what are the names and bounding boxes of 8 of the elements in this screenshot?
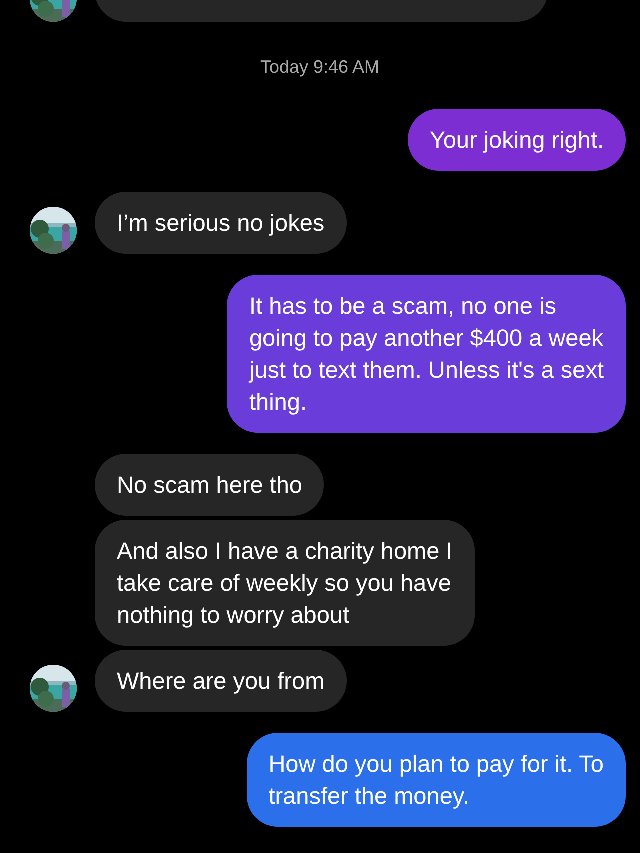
message-bubble: How do you plan to pay for it. To transfer the money. <box>246 733 626 827</box>
message-bubble: Your joking right. <box>408 109 626 171</box>
message-bubble: No scam here tho <box>95 454 324 516</box>
message-bubble: And also I have a charity home I take care of weekly so you have nothing to worry about <box>95 520 475 646</box>
timestamp: Today 9:46 AM <box>260 57 380 78</box>
message-bubble: I’m serious no jokes <box>95 192 347 254</box>
message-bubble: It has to be a scam, no one is going to pay another $400 a week just to text them. Unless it's a sext thing. <box>227 275 626 433</box>
message-bubble: Where are you from <box>95 650 347 712</box>
